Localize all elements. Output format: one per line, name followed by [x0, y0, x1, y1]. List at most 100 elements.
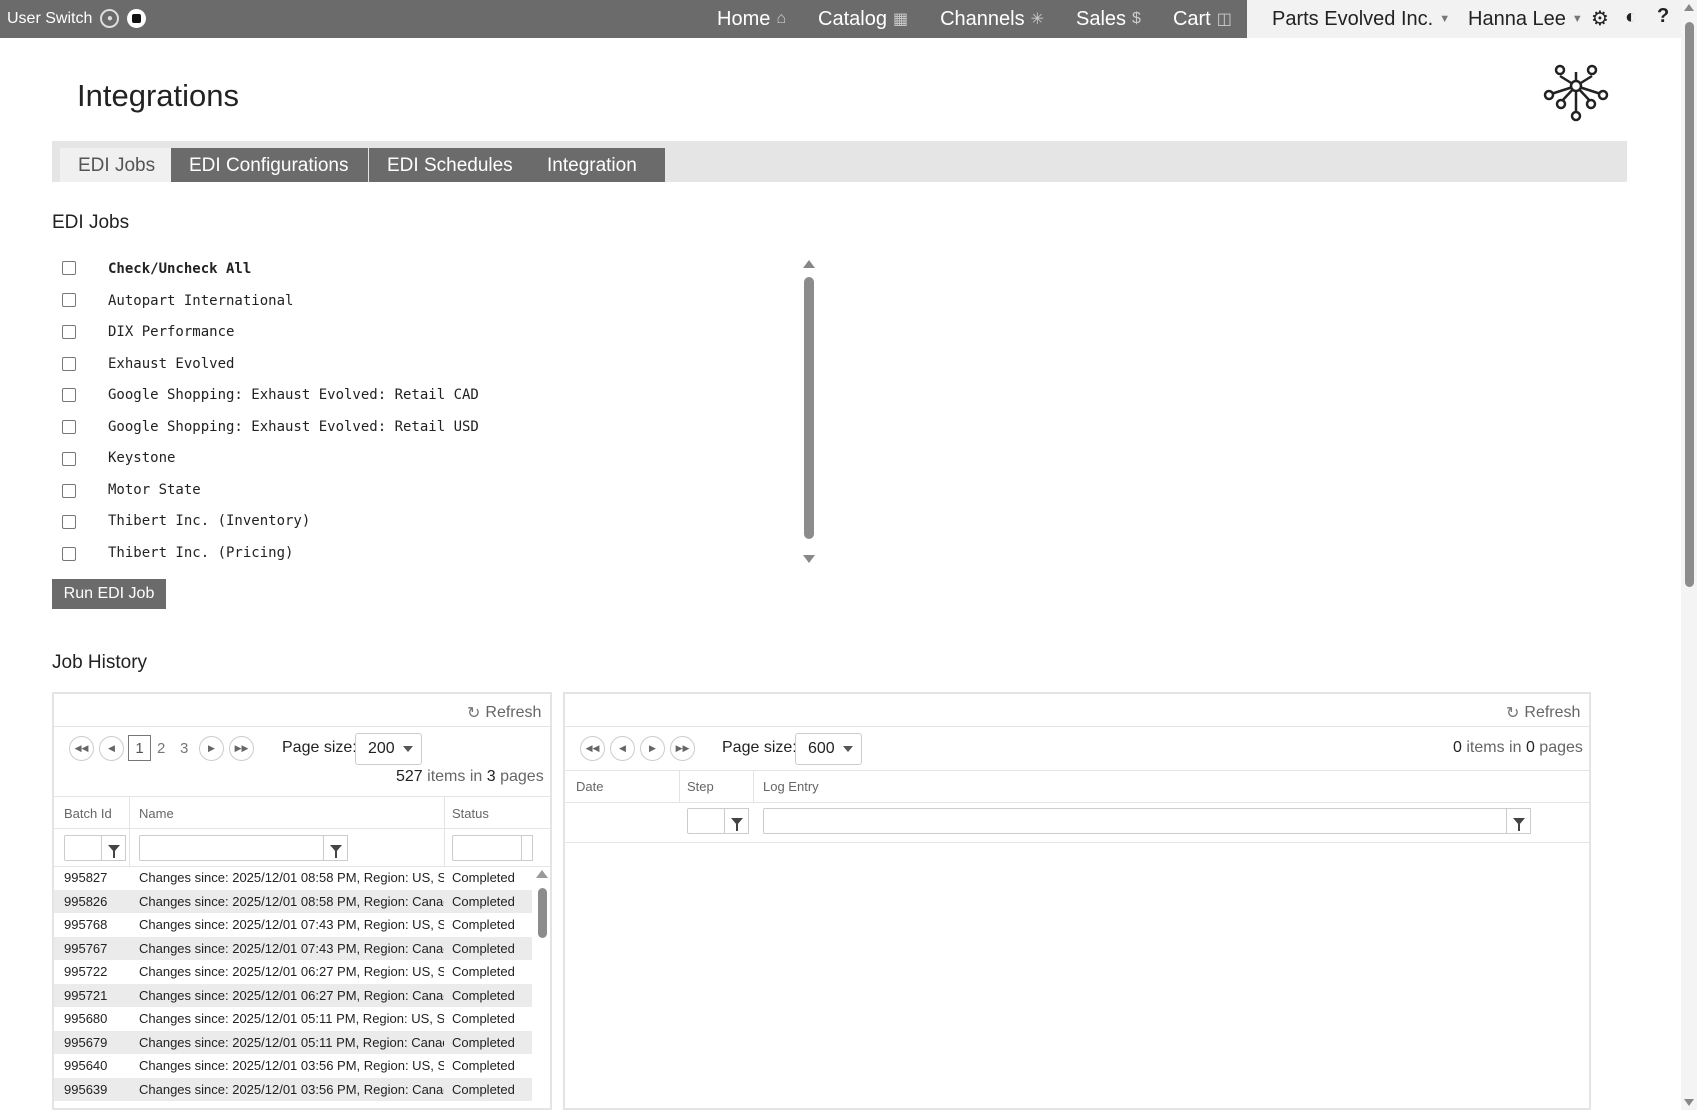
table-row[interactable]: 995827 Changes since: 2025/12/01 08:58 P… — [54, 866, 532, 890]
step-filter-input[interactable] — [687, 808, 725, 834]
edi-job-label: Google Shopping: Exhaust Evolved: Retail… — [108, 419, 479, 435]
tab-edi-configurations[interactable]: EDI Configurations — [171, 148, 368, 182]
nav-home[interactable]: Home ⌂ — [717, 8, 786, 31]
prev-page-icon[interactable]: ◀ — [610, 736, 635, 761]
name-filter-input[interactable] — [139, 835, 324, 861]
filter-icon[interactable] — [323, 835, 348, 861]
first-page-icon[interactable]: ◀◀ — [580, 736, 605, 761]
edi-job-checkbox[interactable] — [62, 293, 76, 307]
scrollbar-thumb[interactable] — [804, 277, 814, 539]
company-dropdown[interactable]: Parts Evolved Inc. ▼ — [1272, 8, 1450, 31]
page-scrollbar[interactable] — [1681, 0, 1697, 1110]
last-page-icon[interactable]: ▶▶ — [670, 736, 695, 761]
page-size-value: 600 — [808, 740, 835, 757]
dollar-icon: $ — [1132, 10, 1141, 27]
table-row[interactable]: 995768 Changes since: 2025/12/01 07:43 P… — [54, 913, 532, 937]
column-header-status[interactable]: Status — [452, 806, 489, 821]
table-row[interactable]: 995640 Changes since: 2025/12/01 03:56 P… — [54, 1054, 532, 1078]
nav-channels[interactable]: Channels ✳ — [940, 8, 1044, 31]
scrollbar-thumb[interactable] — [538, 888, 547, 938]
items-count: 527 — [396, 768, 423, 785]
column-header-log-entry[interactable]: Log Entry — [763, 779, 819, 794]
edi-job-checkbox[interactable] — [62, 325, 76, 339]
table-row[interactable]: 995722 Changes since: 2025/12/01 06:27 P… — [54, 960, 532, 984]
filter-icon[interactable] — [724, 808, 749, 834]
nav-catalog[interactable]: Catalog ▦ — [818, 8, 908, 31]
table-row[interactable]: 995680 Changes since: 2025/12/01 05:11 P… — [54, 1007, 532, 1031]
scroll-up-arrow[interactable] — [536, 870, 548, 878]
refresh-label: Refresh — [1524, 704, 1581, 721]
batch-id-cell: 995768 — [64, 917, 108, 933]
user-dropdown[interactable]: Hanna Lee ▼ — [1468, 8, 1583, 31]
status-filter-input[interactable] — [452, 835, 522, 861]
page-size-select[interactable]: 200 — [355, 733, 422, 765]
scroll-down-arrow[interactable] — [803, 555, 815, 563]
refresh-label: Refresh — [485, 704, 542, 721]
scroll-up-arrow[interactable] — [1684, 4, 1694, 11]
scroll-down-arrow[interactable] — [1684, 1099, 1694, 1106]
page-number-current[interactable]: 1 — [128, 735, 151, 761]
filter-icon[interactable] — [101, 835, 126, 861]
edi-job-checkbox[interactable] — [62, 484, 76, 498]
table-row[interactable]: 995639 Changes since: 2025/12/01 03:56 P… — [54, 1077, 532, 1101]
contrast-icon[interactable]: ◐ — [1625, 6, 1637, 29]
scroll-up-arrow[interactable] — [803, 260, 815, 268]
column-header-name[interactable]: Name — [139, 806, 174, 821]
next-page-icon[interactable]: ▶ — [199, 736, 224, 761]
next-page-icon[interactable]: ▶ — [640, 736, 665, 761]
batch-id-cell: 995640 — [64, 1058, 108, 1074]
batch-id-filter-input[interactable] — [64, 835, 102, 861]
log-entry-filter-input[interactable] — [763, 808, 1507, 834]
first-page-icon[interactable]: ◀◀ — [69, 736, 94, 761]
table-row[interactable]: 995826 Changes since: 2025/12/01 08:58 P… — [54, 889, 532, 913]
last-page-icon[interactable]: ▶▶ — [229, 736, 254, 761]
scrollbar-thumb[interactable] — [1685, 22, 1694, 587]
page-size-label: Page size: — [282, 739, 357, 756]
nav-cart[interactable]: Cart ◫ — [1173, 8, 1232, 31]
column-header-batch-id[interactable]: Batch Id — [64, 806, 112, 821]
tab-bar: EDI Jobs EDI Configurations EDI Schedule… — [52, 141, 1627, 182]
batch-grid-scrollbar[interactable] — [535, 866, 549, 1108]
items-count: 0 — [1453, 739, 1462, 756]
cart-icon: ◫ — [1216, 11, 1232, 28]
main-nav: Home ⌂ Catalog ▦ Channels ✳ Sales $ Cart… — [717, 0, 1264, 38]
edi-job-checkbox[interactable] — [62, 452, 76, 466]
table-row[interactable]: 995721 Changes since: 2025/12/01 06:27 P… — [54, 983, 532, 1007]
edi-job-checkbox[interactable] — [62, 388, 76, 402]
edi-job-checkbox[interactable] — [62, 420, 76, 434]
page-number[interactable]: 2 — [157, 740, 165, 757]
column-header-date[interactable]: Date — [576, 779, 603, 794]
stop-icon[interactable] — [127, 9, 147, 28]
run-edi-job-button[interactable]: Run EDI Job — [52, 579, 166, 609]
edi-job-checkbox[interactable] — [62, 357, 76, 371]
refresh-button[interactable]: ↻ Refresh — [1506, 703, 1580, 723]
status-cell: Completed — [452, 1081, 515, 1097]
table-row[interactable]: 995679 Changes since: 2025/12/01 05:11 P… — [54, 1030, 532, 1054]
help-icon[interactable]: ? — [1657, 5, 1669, 28]
tab-integration[interactable]: Integration — [529, 148, 665, 182]
table-row[interactable]: 995767 Changes since: 2025/12/01 07:43 P… — [54, 936, 532, 960]
column-header-step[interactable]: Step — [687, 779, 714, 794]
batch-id-cell: 995639 — [64, 1081, 108, 1097]
filter-icon[interactable] — [521, 835, 533, 861]
prev-page-icon[interactable]: ◀ — [99, 736, 124, 761]
edi-job-checkbox[interactable] — [62, 547, 76, 561]
user-switch-icon[interactable]: ● — [100, 9, 120, 28]
check-all-checkbox[interactable] — [62, 261, 76, 275]
gear-icon[interactable]: ⚙ — [1591, 6, 1609, 31]
user-switch[interactable]: User Switch ● — [7, 9, 147, 28]
page-number[interactable]: 3 — [180, 740, 188, 757]
tab-edi-jobs[interactable]: EDI Jobs — [60, 148, 172, 182]
user-name: Hanna Lee — [1468, 7, 1566, 30]
status-cell: Completed — [452, 870, 515, 886]
log-grid-panel: ↻ Refresh ◀◀ ◀ ▶ ▶▶ Page size: 600 0 ite… — [563, 692, 1591, 1110]
refresh-button[interactable]: ↻ Refresh — [467, 703, 541, 723]
integrations-hub-icon — [1543, 64, 1609, 122]
filter-icon[interactable] — [1506, 808, 1531, 834]
tab-edi-schedules[interactable]: EDI Schedules — [369, 148, 529, 182]
edi-jobs-scrollbar[interactable] — [801, 258, 817, 563]
edi-job-checkbox[interactable] — [62, 515, 76, 529]
page-size-select[interactable]: 600 — [795, 733, 862, 765]
name-cell: Changes since: 2025/12/01 07:43 PM, Regi… — [139, 917, 444, 933]
nav-sales[interactable]: Sales $ — [1076, 8, 1141, 31]
